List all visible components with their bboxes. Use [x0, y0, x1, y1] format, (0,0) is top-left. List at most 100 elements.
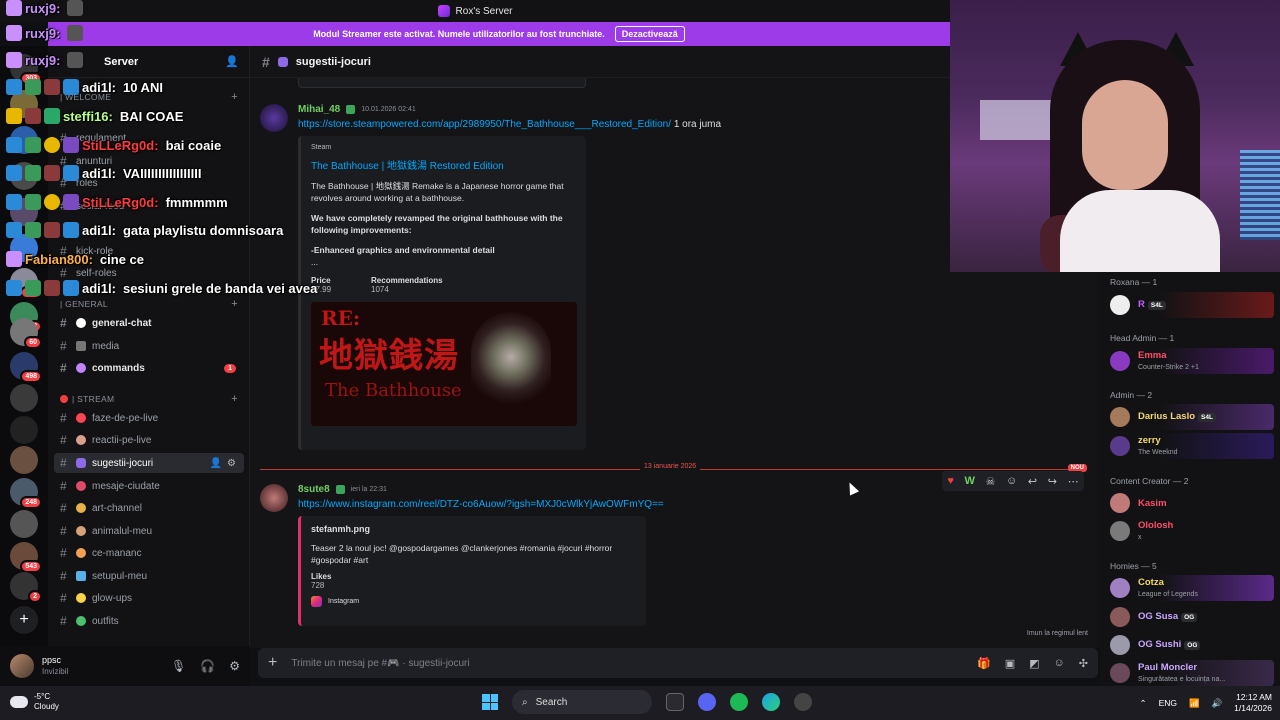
apps-icon[interactable]: ✣ — [1079, 657, 1088, 670]
channel-label: self-roles — [76, 267, 117, 279]
member-row[interactable]: Cotza League of Legends — [1110, 575, 1274, 601]
embed-title[interactable]: The Bathhouse | 地獄銭湯 Restored Edition — [311, 157, 576, 172]
add-channel-icon[interactable]: + — [231, 393, 238, 405]
gift-icon[interactable]: 🎁 — [977, 657, 991, 670]
server-icon-17[interactable]: 2 — [10, 572, 42, 603]
gif-icon[interactable]: ▣ — [1005, 657, 1015, 670]
channel-animalul-meu[interactable]: # animalul-meu — [54, 521, 244, 541]
edge-icon[interactable] — [762, 693, 780, 711]
channel-outfits[interactable]: # outfits — [54, 611, 244, 631]
channel-glow-ups[interactable]: # glow-ups — [54, 588, 244, 608]
author-name[interactable]: Mihai_48 — [298, 104, 340, 115]
channel-commands[interactable]: # commands 1 — [54, 358, 244, 378]
channel-setupul-meu[interactable]: # setupul-meu — [54, 566, 244, 586]
member-row[interactable]: OG Susa OG — [1110, 604, 1274, 630]
add-attachment-icon[interactable]: + — [268, 654, 277, 672]
member-row[interactable]: Darius Laslo S4L — [1110, 404, 1274, 430]
gear-icon[interactable]: ⚙ — [229, 659, 240, 673]
channel-media[interactable]: # media — [54, 336, 244, 356]
channel-general-chat[interactable]: # general-chat — [54, 313, 244, 333]
channel-faze-de-pe-live[interactable]: # faze-de-pe-live — [54, 408, 244, 428]
channel-mesaje-ciudate[interactable]: # mesaje-ciudate — [54, 476, 244, 496]
message-composer[interactable]: + Trimite un mesaj pe #🎮 · sugestii-jocu… — [258, 648, 1098, 678]
message-link[interactable]: https://www.instagram.com/reel/DTZ-co6Au… — [298, 499, 664, 510]
skull-reaction-icon[interactable]: ☠ — [986, 475, 996, 488]
server-icon-5[interactable] — [10, 198, 38, 226]
channel-regulament[interactable]: # regulament — [54, 128, 244, 148]
server-icon-11[interactable] — [10, 384, 38, 412]
reply-icon[interactable]: ↩ — [1028, 475, 1037, 488]
weather-widget[interactable]: -5°C Cloudy — [10, 692, 59, 712]
server-icon-10[interactable]: 498 — [10, 352, 42, 383]
add-reaction-icon[interactable]: ☺ — [1006, 475, 1017, 487]
file-explorer-icon[interactable] — [666, 693, 684, 711]
server-icon-12[interactable] — [10, 416, 38, 444]
member-row[interactable]: Paul Moncler Singurătatea e locuința na..… — [1110, 660, 1274, 686]
channel-social-feed[interactable]: # social-feed — [54, 196, 244, 216]
microphone-icon[interactable]: 🎙 — [171, 659, 186, 673]
server-icon-15[interactable] — [10, 510, 38, 538]
forward-icon[interactable]: ↪ — [1048, 475, 1057, 488]
add-member-icon[interactable]: 👤 — [225, 55, 239, 68]
channel-art-channel[interactable]: # art-channel — [54, 498, 244, 518]
category-general[interactable]: | GENERAL + — [60, 298, 238, 310]
channel-self-roles[interactable]: # self-roles — [54, 263, 244, 283]
channel-label: sugestii-jocuri — [92, 457, 154, 469]
avatar[interactable] — [10, 654, 34, 678]
avatar[interactable] — [260, 484, 288, 512]
add-channel-icon[interactable]: + — [231, 298, 238, 310]
server-icon-1[interactable]: 303 — [10, 54, 42, 85]
server-icon-6[interactable] — [10, 234, 38, 262]
channel-roles[interactable]: # roles — [54, 173, 244, 193]
avatar[interactable] — [260, 104, 288, 132]
server-header[interactable]: Server 👤 — [48, 46, 249, 78]
channel-label: ce-mananc — [92, 547, 142, 559]
server-icon-16[interactable]: 543 — [10, 542, 42, 573]
author-name[interactable]: 8sute8 — [298, 484, 330, 495]
member-row[interactable]: Emma Counter-Strike 2 +1 — [1110, 348, 1274, 374]
w-reaction-icon[interactable]: W — [964, 475, 974, 487]
discord-icon[interactable] — [698, 693, 716, 711]
chevron-up-icon[interactable]: ⌃ — [1139, 698, 1146, 709]
disable-streamer-button[interactable]: Dezactivează — [614, 26, 685, 42]
message-input[interactable]: Trimite un mesaj pe #🎮 · sugestii-jocuri — [291, 658, 469, 669]
server-icon-3[interactable] — [10, 126, 38, 154]
category-welcome[interactable]: | WELCOME + — [60, 91, 238, 103]
spotify-icon[interactable] — [730, 693, 748, 711]
category-stream[interactable]: | STREAM + — [60, 393, 238, 405]
more-icon[interactable]: ⋯ — [1068, 475, 1079, 488]
member-row[interactable]: Ololosh x — [1110, 518, 1274, 544]
server-icon-7[interactable]: 314 — [10, 268, 42, 299]
clock[interactable]: 12:12 AM 1/14/2026 — [1234, 692, 1272, 714]
game-image[interactable]: RE: 地獄銭湯 The Bathhouse — [311, 302, 577, 426]
member-row[interactable]: Kasim — [1110, 490, 1274, 516]
wifi-icon[interactable]: 📶 — [1189, 698, 1200, 709]
gear-icon[interactable]: ⚙ — [227, 458, 236, 469]
heart-reaction-icon[interactable]: ♥ — [947, 475, 954, 487]
message-link[interactable]: https://store.steampowered.com/app/29899… — [298, 119, 671, 130]
emoji-icon[interactable]: ☺ — [1054, 657, 1065, 670]
obs-icon[interactable] — [794, 693, 812, 711]
server-icon-2[interactable] — [10, 90, 38, 118]
channel-ce-mananc[interactable]: # ce-mananc — [54, 543, 244, 563]
member-row[interactable]: OG Sushi OG — [1110, 632, 1274, 658]
sticker-icon[interactable]: ◩ — [1029, 657, 1039, 670]
add-server-icon[interactable]: + — [10, 606, 38, 634]
add-channel-icon[interactable]: + — [231, 91, 238, 103]
server-icon-13[interactable] — [10, 446, 38, 474]
channel-kick-role[interactable]: # kick-role — [54, 241, 244, 261]
language-indicator[interactable]: ENG — [1159, 698, 1177, 708]
server-icon-4[interactable] — [10, 162, 38, 190]
headphones-icon[interactable]: 🎧 — [200, 659, 215, 673]
taskbar-search[interactable]: ⌕ Search — [512, 690, 652, 714]
channel-reactii-pe-live[interactable]: # reactii-pe-live — [54, 430, 244, 450]
server-icon-9[interactable]: 60 — [10, 318, 42, 349]
volume-icon[interactable]: 🔊 — [1212, 698, 1223, 709]
member-row[interactable]: zerry The Weeknd — [1110, 433, 1274, 459]
channel-anunturi[interactable]: # anunturi — [54, 151, 244, 171]
channel-sugestii-jocuri[interactable]: # sugestii-jocuri 👤 ⚙ — [54, 453, 244, 473]
windows-start-icon[interactable] — [482, 694, 498, 710]
server-icon-14[interactable]: 248 — [10, 478, 42, 509]
invite-icon[interactable]: 👤 — [210, 458, 222, 469]
member-row[interactable]: R S4L — [1110, 292, 1274, 318]
